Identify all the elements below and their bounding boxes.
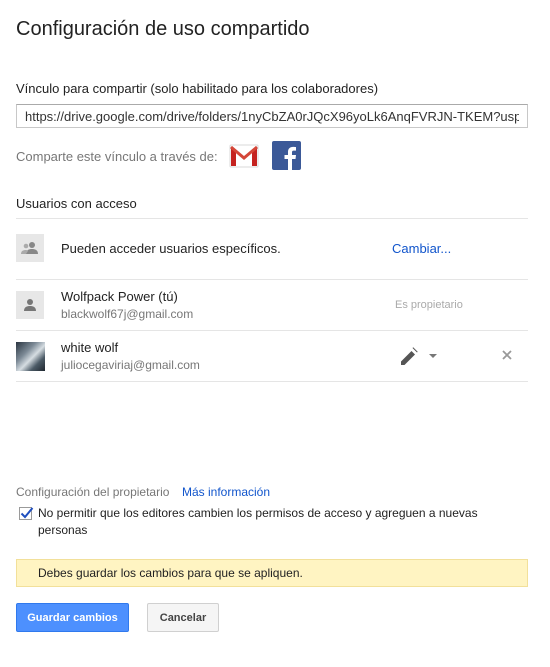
divider: [16, 218, 528, 219]
visibility-text: Pueden acceder usuarios específicos.: [61, 241, 281, 256]
checkmark-icon: [20, 507, 34, 519]
user-name: Wolfpack Power (tú): [61, 289, 178, 304]
divider: [16, 381, 528, 382]
share-via-label: Comparte este vínculo a través de:: [16, 149, 218, 164]
group-avatar: [16, 234, 44, 262]
dialog-title: Configuración de uso compartido: [16, 18, 310, 40]
restrict-editors-label: No permitir que los editores cambien los…: [38, 506, 478, 537]
people-icon: [21, 242, 38, 254]
user-email: juliocegaviriaj@gmail.com: [61, 358, 200, 372]
share-link-input[interactable]: [16, 104, 528, 128]
divider: [16, 279, 528, 280]
permission-dropdown[interactable]: [398, 345, 440, 367]
owner-role-label: Es propietario: [395, 299, 463, 311]
owner-settings-label: Configuración del propietario: [16, 485, 170, 499]
facebook-icon[interactable]: [272, 141, 301, 170]
save-warning-banner: Debes guardar los cambios para que se ap…: [16, 559, 528, 587]
cancel-button[interactable]: Cancelar: [147, 603, 219, 632]
divider: [16, 330, 528, 331]
users-access-title: Usuarios con acceso: [16, 196, 137, 211]
user-email: blackwolf67j@gmail.com: [61, 307, 194, 321]
link-label: Vínculo para compartir (solo habilitado …: [16, 81, 379, 96]
pencil-icon: [401, 347, 418, 365]
save-changes-button[interactable]: Guardar cambios: [16, 603, 129, 632]
more-info-link[interactable]: Más información: [182, 485, 270, 499]
close-icon: [502, 350, 512, 360]
remove-user-button[interactable]: [500, 348, 514, 362]
owner-avatar: [16, 291, 44, 319]
chevron-down-icon: [429, 354, 437, 358]
person-icon: [24, 299, 36, 311]
user-photo-avatar: [16, 342, 45, 371]
user-name: white wolf: [61, 340, 119, 355]
restrict-editors-checkbox[interactable]: [19, 507, 34, 520]
change-visibility-link[interactable]: Cambiar...: [392, 241, 451, 256]
gmail-icon[interactable]: [228, 143, 260, 169]
